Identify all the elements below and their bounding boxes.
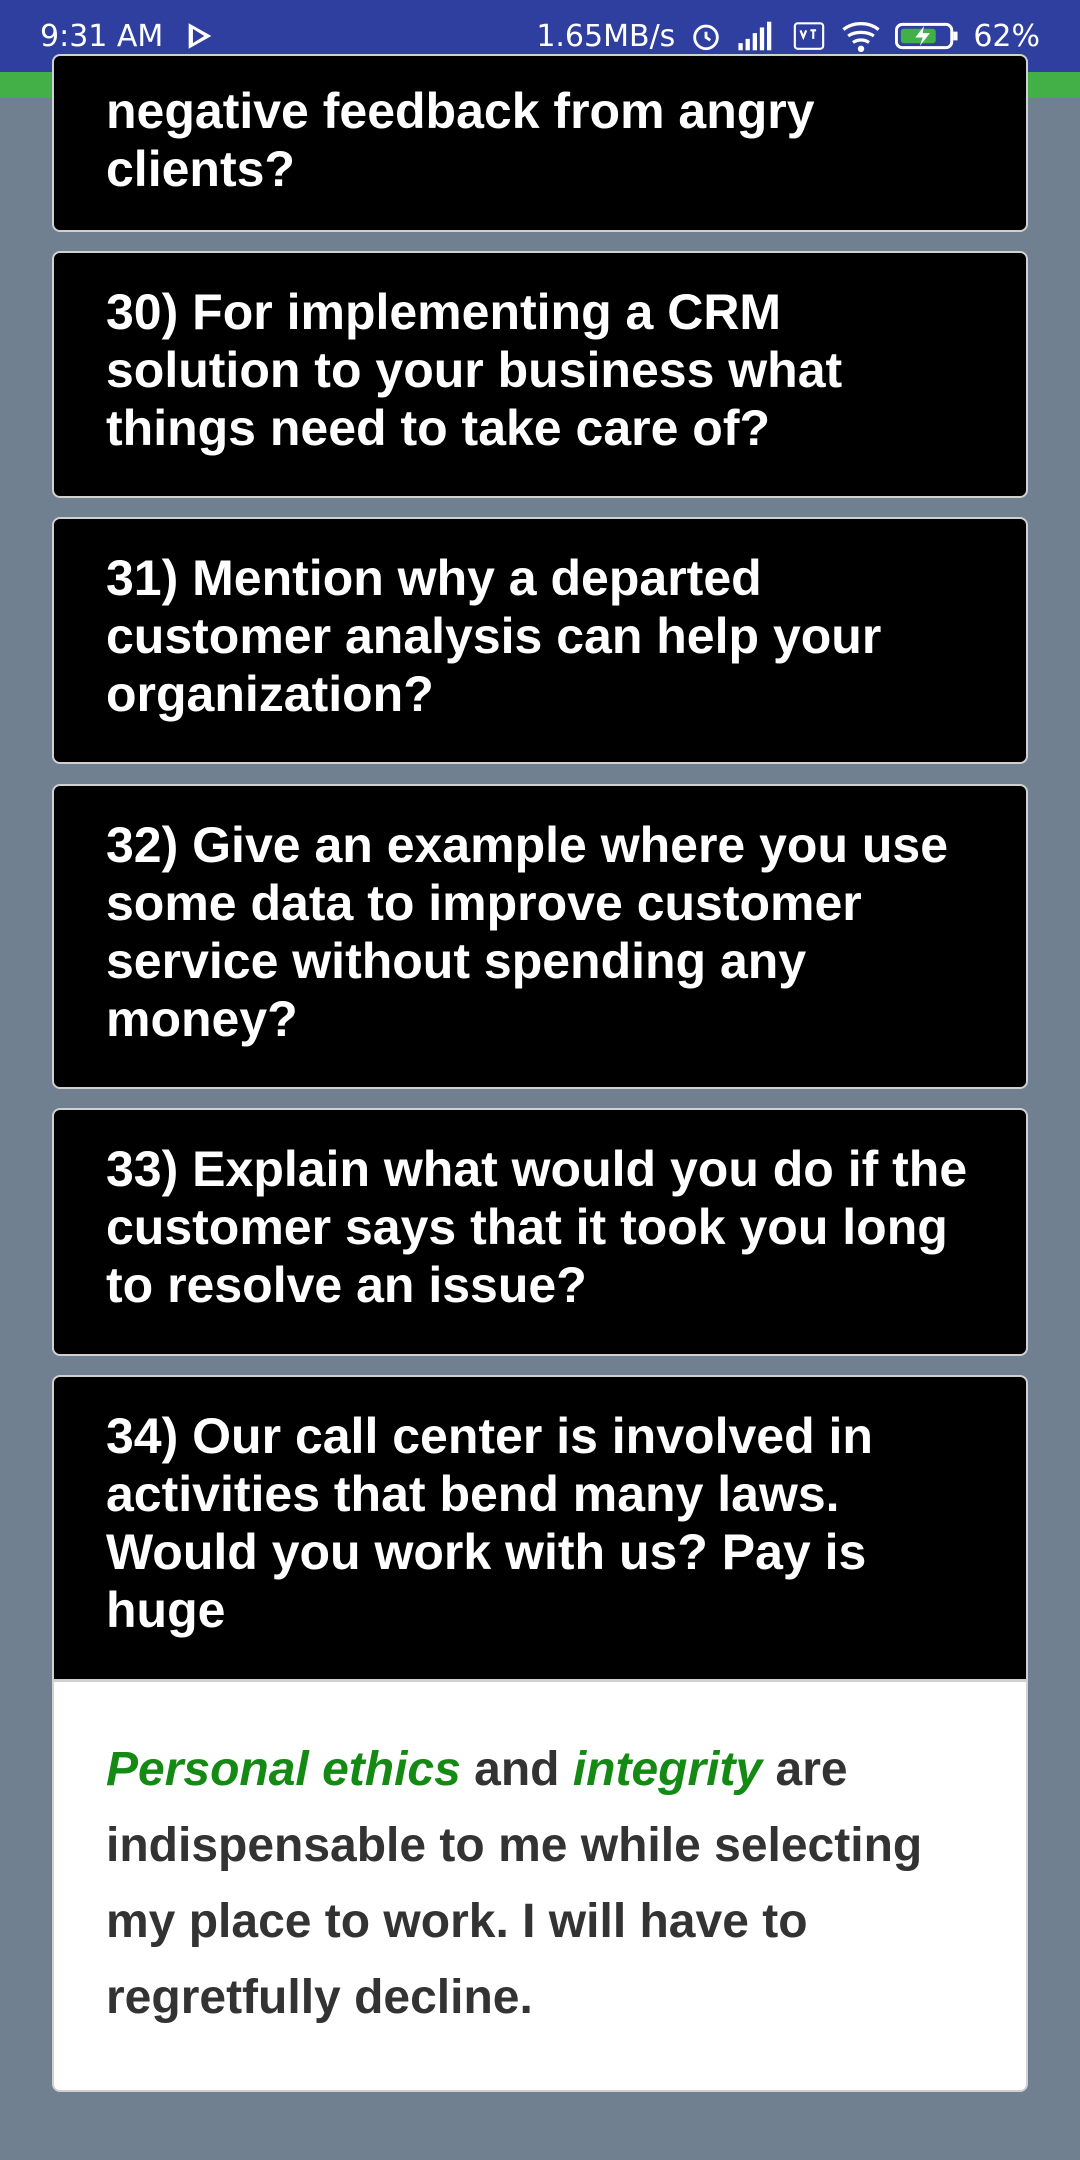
question-text: 30) For implementing a CRM solution to y… <box>106 284 843 456</box>
question-text: 32) Give an example where you use some d… <box>106 817 949 1047</box>
question-text: 33) Explain what would you do if the cus… <box>106 1141 968 1313</box>
alarm-icon <box>689 19 723 53</box>
network-speed: 1.65MB/s <box>536 18 676 54</box>
question-card-30[interactable]: 30) For implementing a CRM solution to y… <box>52 251 1028 498</box>
wifi-icon <box>841 20 881 52</box>
battery-charging-icon <box>895 21 959 51</box>
question-card-31[interactable]: 31) Mention why a departed customer anal… <box>52 517 1028 764</box>
status-time: 9:31 AM <box>40 18 164 54</box>
signal-icon <box>737 21 777 51</box>
question-card-29[interactable]: negative feedback from angry clients? <box>52 54 1028 232</box>
question-card-34[interactable]: 34) Our call center is involved in activ… <box>52 1375 1028 1681</box>
question-text: 34) Our call center is involved in activ… <box>106 1408 873 1638</box>
answer-panel: Personal ethics and integrity are indisp… <box>52 1680 1028 2092</box>
question-card-32[interactable]: 32) Give an example where you use some d… <box>52 784 1028 1089</box>
volte-icon <box>791 19 827 53</box>
answer-keyword: integrity <box>572 1743 763 1796</box>
question-text: 31) Mention why a departed customer anal… <box>106 550 882 722</box>
battery-percent: 62% <box>973 18 1040 54</box>
answer-keyword: Personal ethics <box>106 1743 461 1796</box>
answer-text: and <box>460 1743 573 1796</box>
question-card-33[interactable]: 33) Explain what would you do if the cus… <box>52 1108 1028 1356</box>
play-store-icon <box>183 19 217 53</box>
question-text: negative feedback from angry clients? <box>106 83 815 197</box>
